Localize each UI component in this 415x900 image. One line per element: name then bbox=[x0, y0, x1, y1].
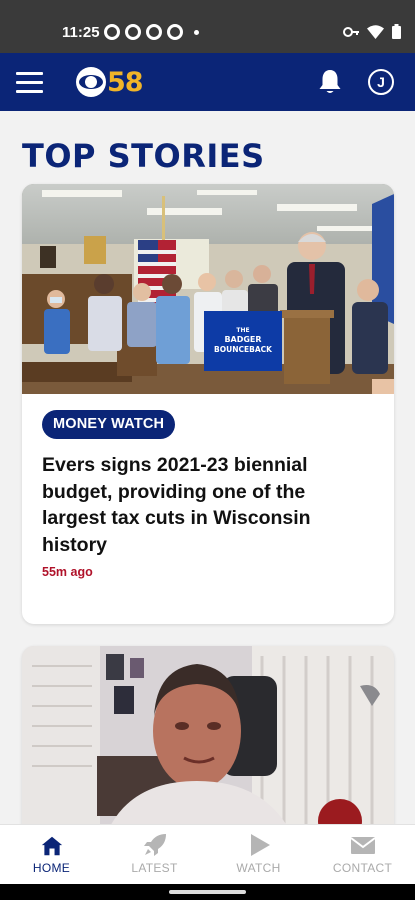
rocket-icon bbox=[144, 834, 166, 856]
more-notifications-dot-icon bbox=[194, 29, 199, 35]
wifi-icon bbox=[367, 24, 384, 39]
app-notification-icon bbox=[125, 24, 141, 40]
gesture-handle[interactable] bbox=[169, 890, 246, 894]
nav-latest-label: LATEST bbox=[131, 861, 178, 875]
notification-icons bbox=[104, 24, 199, 40]
account-icon[interactable]: J bbox=[368, 69, 394, 95]
category-badge[interactable]: MONEY WATCH bbox=[42, 410, 176, 439]
gesture-navigation-area bbox=[0, 884, 415, 900]
nav-contact[interactable]: CONTACT bbox=[311, 825, 414, 885]
app-bar: 58 J bbox=[0, 53, 415, 111]
story-headline[interactable]: Evers signs 2021-23 biennial budget, pro… bbox=[42, 452, 342, 558]
podium-sign-line3: BOUNCEBACK bbox=[214, 345, 273, 354]
nav-contact-label: CONTACT bbox=[332, 861, 393, 875]
video-interview-image bbox=[22, 646, 394, 824]
app-notification-icon bbox=[104, 24, 120, 40]
logo-channel-number: 58 bbox=[107, 66, 144, 98]
nav-watch-label: WATCH bbox=[236, 861, 281, 875]
story-card[interactable]: THE BADGER BOUNCEBACK MONEY WATCH Evers … bbox=[22, 184, 394, 624]
press-conference-image: THE BADGER BOUNCEBACK bbox=[22, 184, 394, 394]
nav-watch[interactable]: WATCH bbox=[207, 825, 310, 885]
vpn-key-icon bbox=[343, 26, 359, 37]
main-feed[interactable]: TOP STORIES THE BADGER BOUNCEBACK MONEY … bbox=[0, 111, 415, 824]
nav-home-label: HOME bbox=[32, 861, 71, 875]
envelope-icon bbox=[350, 837, 376, 854]
status-bar: 11:25 bbox=[0, 0, 415, 53]
podium-sign-line1: THE bbox=[236, 327, 249, 334]
play-icon bbox=[251, 834, 270, 856]
story-card[interactable] bbox=[22, 646, 394, 824]
system-icons bbox=[343, 24, 401, 39]
story-photo[interactable]: THE BADGER BOUNCEBACK bbox=[22, 184, 394, 394]
status-time: 11:25 bbox=[62, 24, 100, 41]
story-timestamp: 55m ago bbox=[42, 565, 93, 579]
nav-latest[interactable]: LATEST bbox=[103, 825, 206, 885]
menu-icon[interactable] bbox=[16, 72, 43, 93]
app-notification-icon bbox=[167, 24, 183, 40]
home-icon bbox=[41, 836, 63, 856]
section-title: TOP STORIES bbox=[22, 137, 265, 175]
cbs-eye-icon bbox=[76, 67, 106, 97]
bottom-navigation: HOME LATEST WATCH CONTACT bbox=[0, 824, 415, 884]
notifications-bell-icon[interactable] bbox=[318, 69, 342, 95]
station-logo[interactable]: 58 bbox=[76, 66, 144, 98]
podium-sign-line2: BADGER bbox=[224, 335, 261, 344]
battery-icon bbox=[392, 24, 401, 39]
nav-home[interactable]: HOME bbox=[0, 825, 103, 885]
app-notification-icon bbox=[146, 24, 162, 40]
story-photo[interactable] bbox=[22, 646, 394, 824]
